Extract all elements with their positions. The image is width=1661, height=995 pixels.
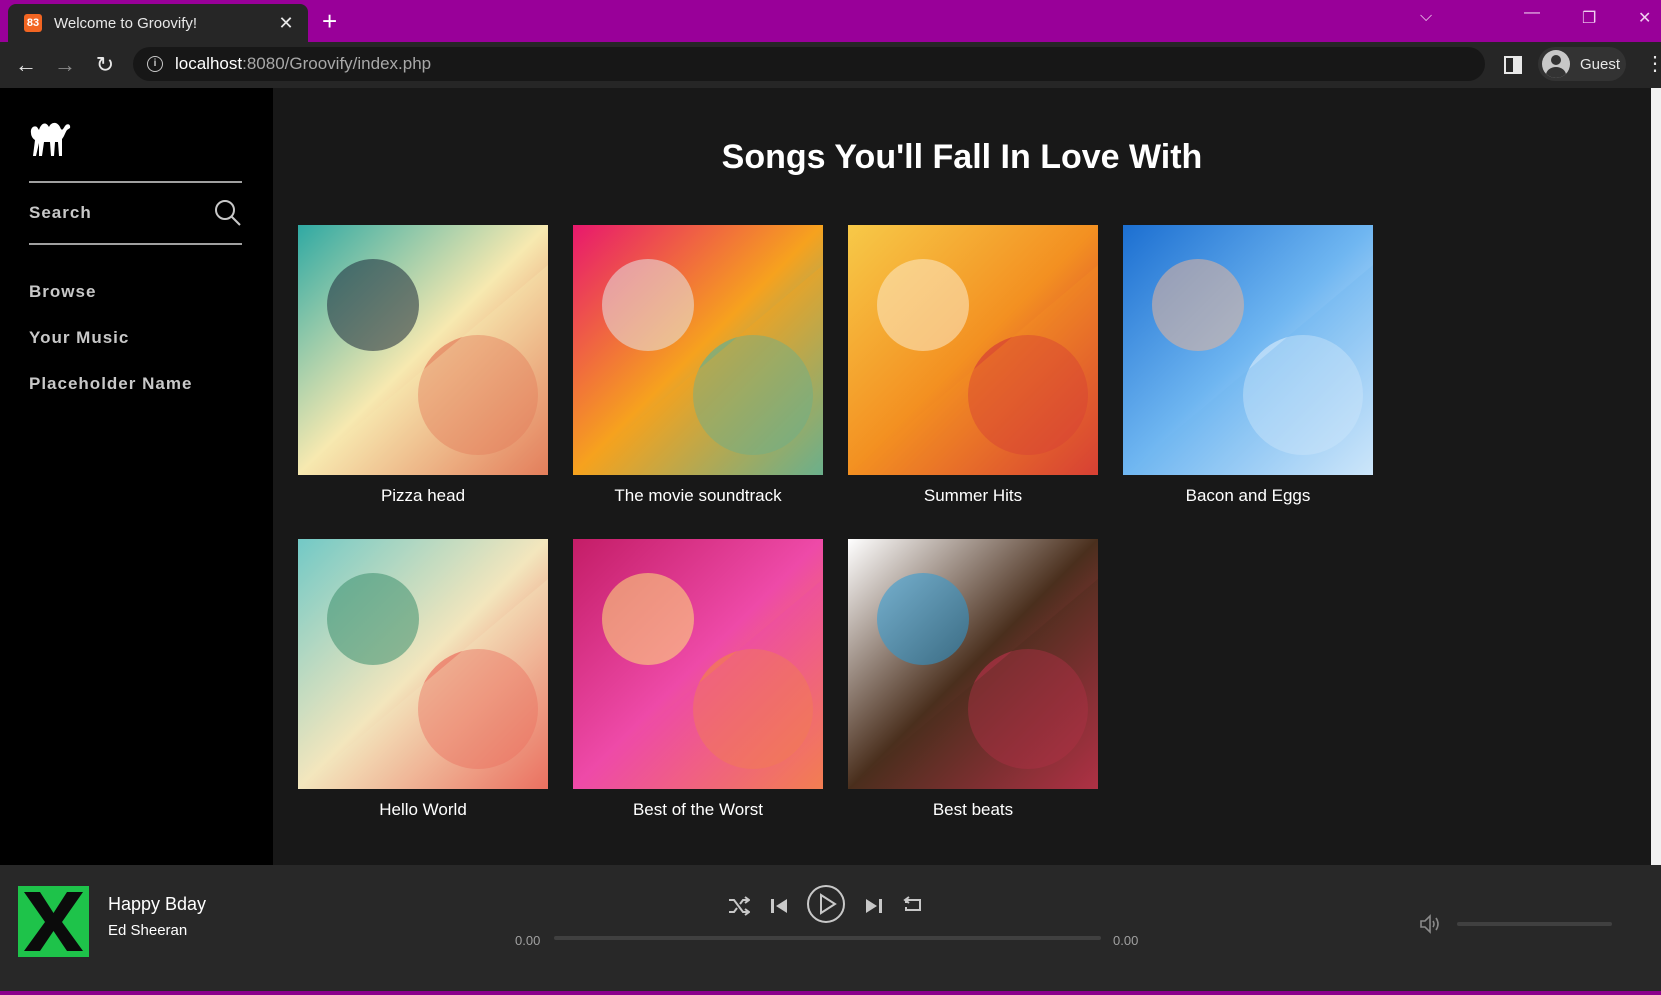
previous-icon[interactable] [769, 896, 789, 916]
now-playing-artist[interactable]: Ed Sheeran [108, 922, 187, 939]
album-title[interactable]: The movie soundtrack [573, 486, 823, 506]
back-icon[interactable]: ← [12, 51, 40, 79]
side-panel-icon[interactable] [1504, 56, 1522, 74]
album-card[interactable]: The movie soundtrack [573, 225, 823, 506]
window-border-bottom [0, 991, 1661, 995]
current-time: 0.00 [515, 933, 541, 948]
x-album-icon [24, 892, 83, 951]
album-title[interactable]: Pizza head [298, 486, 548, 506]
forward-icon[interactable]: → [51, 51, 79, 79]
new-tab-icon[interactable]: + [322, 8, 337, 34]
album-card[interactable]: Best beats [848, 539, 1098, 820]
groovify-app: Search Browse Your Music Placeholder Nam… [0, 88, 1661, 991]
album-card[interactable]: Hello World [298, 539, 548, 820]
page-title: Songs You'll Fall In Love With [721, 138, 1203, 176]
album-title[interactable]: Summer Hits [848, 486, 1098, 506]
browser-menu-icon[interactable]: ⋮ [1645, 52, 1661, 76]
search-icon[interactable] [214, 199, 242, 227]
browser-tab[interactable]: 83 Welcome to Groovify! ✕ [8, 4, 308, 42]
total-time: 0.00 [1113, 933, 1139, 948]
repeat-icon[interactable] [902, 895, 924, 917]
main-content: Songs You'll Fall In Love With Pizza hea… [273, 88, 1651, 865]
album-title[interactable]: Best of the Worst [573, 800, 823, 820]
tab-search-icon[interactable]: ⌵ [1420, 8, 1432, 26]
sidebar-item-browse[interactable]: Browse [29, 282, 96, 302]
album-card[interactable]: Summer Hits [848, 225, 1098, 506]
album-card[interactable]: Bacon and Eggs [1123, 225, 1373, 506]
album-card[interactable]: Pizza head [298, 225, 548, 506]
close-window-icon[interactable]: ✕ [1638, 8, 1651, 28]
reload-icon[interactable]: ↻ [91, 51, 119, 79]
scrollbar[interactable] [1651, 88, 1661, 865]
sidebar-item-your-music[interactable]: Your Music [29, 328, 129, 348]
avatar-icon [1542, 50, 1570, 78]
volume-slider[interactable] [1457, 922, 1612, 926]
album-artwork[interactable] [848, 539, 1098, 789]
restore-icon[interactable]: ❐ [1582, 8, 1596, 28]
album-artwork[interactable] [298, 539, 548, 789]
xampp-favicon-icon: 83 [24, 14, 42, 32]
tab-title: Welcome to Groovify! [54, 14, 198, 32]
next-icon[interactable] [864, 896, 884, 916]
now-playing-bar: Happy Bday Ed Sheeran 0.00 0.00 [0, 865, 1661, 991]
camel-logo-icon[interactable] [28, 118, 72, 158]
album-artwork[interactable] [573, 539, 823, 789]
profile-label: Guest [1580, 55, 1621, 73]
now-playing-title[interactable]: Happy Bday [108, 894, 206, 915]
sidebar-divider-bottom [29, 243, 242, 245]
play-icon[interactable] [806, 884, 846, 924]
sidebar: Search Browse Your Music Placeholder Nam… [0, 88, 273, 865]
shuffle-icon[interactable] [728, 895, 750, 917]
url-path: :8080/Groovify/index.php [242, 54, 432, 73]
progress-bar[interactable] [554, 936, 1101, 940]
sidebar-search[interactable]: Search [29, 183, 242, 243]
album-title[interactable]: Hello World [298, 800, 548, 820]
album-artwork[interactable] [573, 225, 823, 475]
sidebar-item-placeholder-name[interactable]: Placeholder Name [29, 374, 192, 394]
close-tab-icon[interactable]: ✕ [276, 13, 296, 34]
profile-button[interactable]: Guest [1538, 47, 1626, 81]
address-bar[interactable]: i localhost:8080/Groovify/index.php [133, 47, 1485, 81]
url-host: localhost [175, 54, 243, 73]
album-artwork[interactable] [298, 225, 548, 475]
search-label: Search [29, 203, 92, 222]
album-card[interactable]: Best of the Worst [573, 539, 823, 820]
browser-tab-bar: 83 Welcome to Groovify! ✕ + ⌵ — ❐ ✕ [0, 0, 1661, 42]
album-title[interactable]: Bacon and Eggs [1123, 486, 1373, 506]
album-artwork[interactable] [1123, 225, 1373, 475]
minimize-icon[interactable]: — [1524, 4, 1540, 22]
browser-toolbar: ← → ↻ i localhost:8080/Groovify/index.ph… [0, 42, 1661, 88]
site-info-icon[interactable]: i [147, 56, 163, 72]
volume-icon[interactable] [1418, 912, 1442, 936]
now-playing-album-art[interactable] [18, 886, 89, 957]
album-artwork[interactable] [848, 225, 1098, 475]
album-title[interactable]: Best beats [848, 800, 1098, 820]
